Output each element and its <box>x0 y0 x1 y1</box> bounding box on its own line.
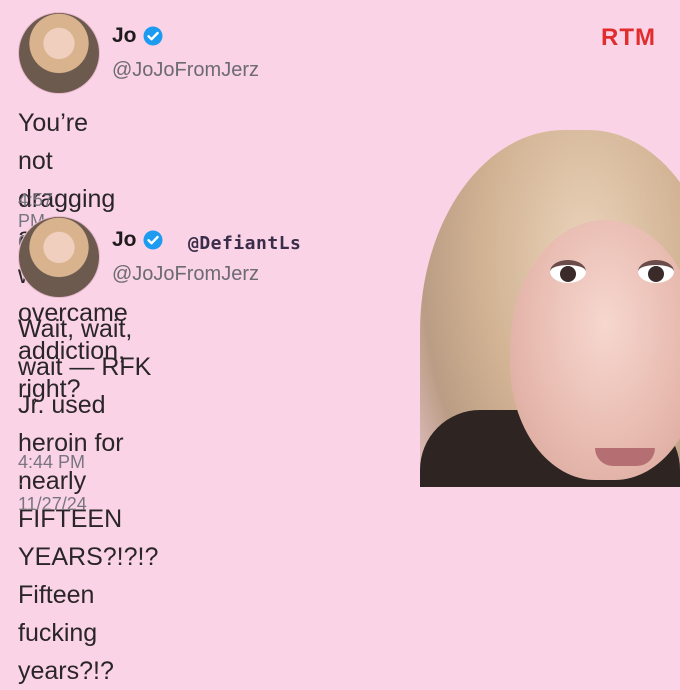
tweet-timestamp[interactable]: 4:44 PM · 11/27/24 <box>18 452 87 515</box>
brand-logo: RTM <box>601 24 656 51</box>
author-handle[interactable]: @JoJoFromJerz <box>112 263 259 286</box>
verified-badge-icon <box>143 230 163 250</box>
avatar[interactable] <box>18 12 100 94</box>
photo-eye-right <box>638 260 674 283</box>
watermark-handle: @DefiantLs <box>188 233 302 254</box>
author-name[interactable]: Jo <box>112 24 137 48</box>
photo-eye-left <box>550 260 586 283</box>
photo-face <box>510 220 680 480</box>
author-handle[interactable]: @JoJoFromJerz <box>112 59 259 82</box>
author-name[interactable]: Jo <box>112 228 137 252</box>
author-row: Jo <box>112 24 163 48</box>
photo-mouth <box>595 448 655 466</box>
avatar[interactable] <box>18 216 100 298</box>
verified-badge-icon <box>143 26 163 46</box>
person-photo <box>400 110 680 487</box>
author-row: Jo <box>112 228 163 252</box>
